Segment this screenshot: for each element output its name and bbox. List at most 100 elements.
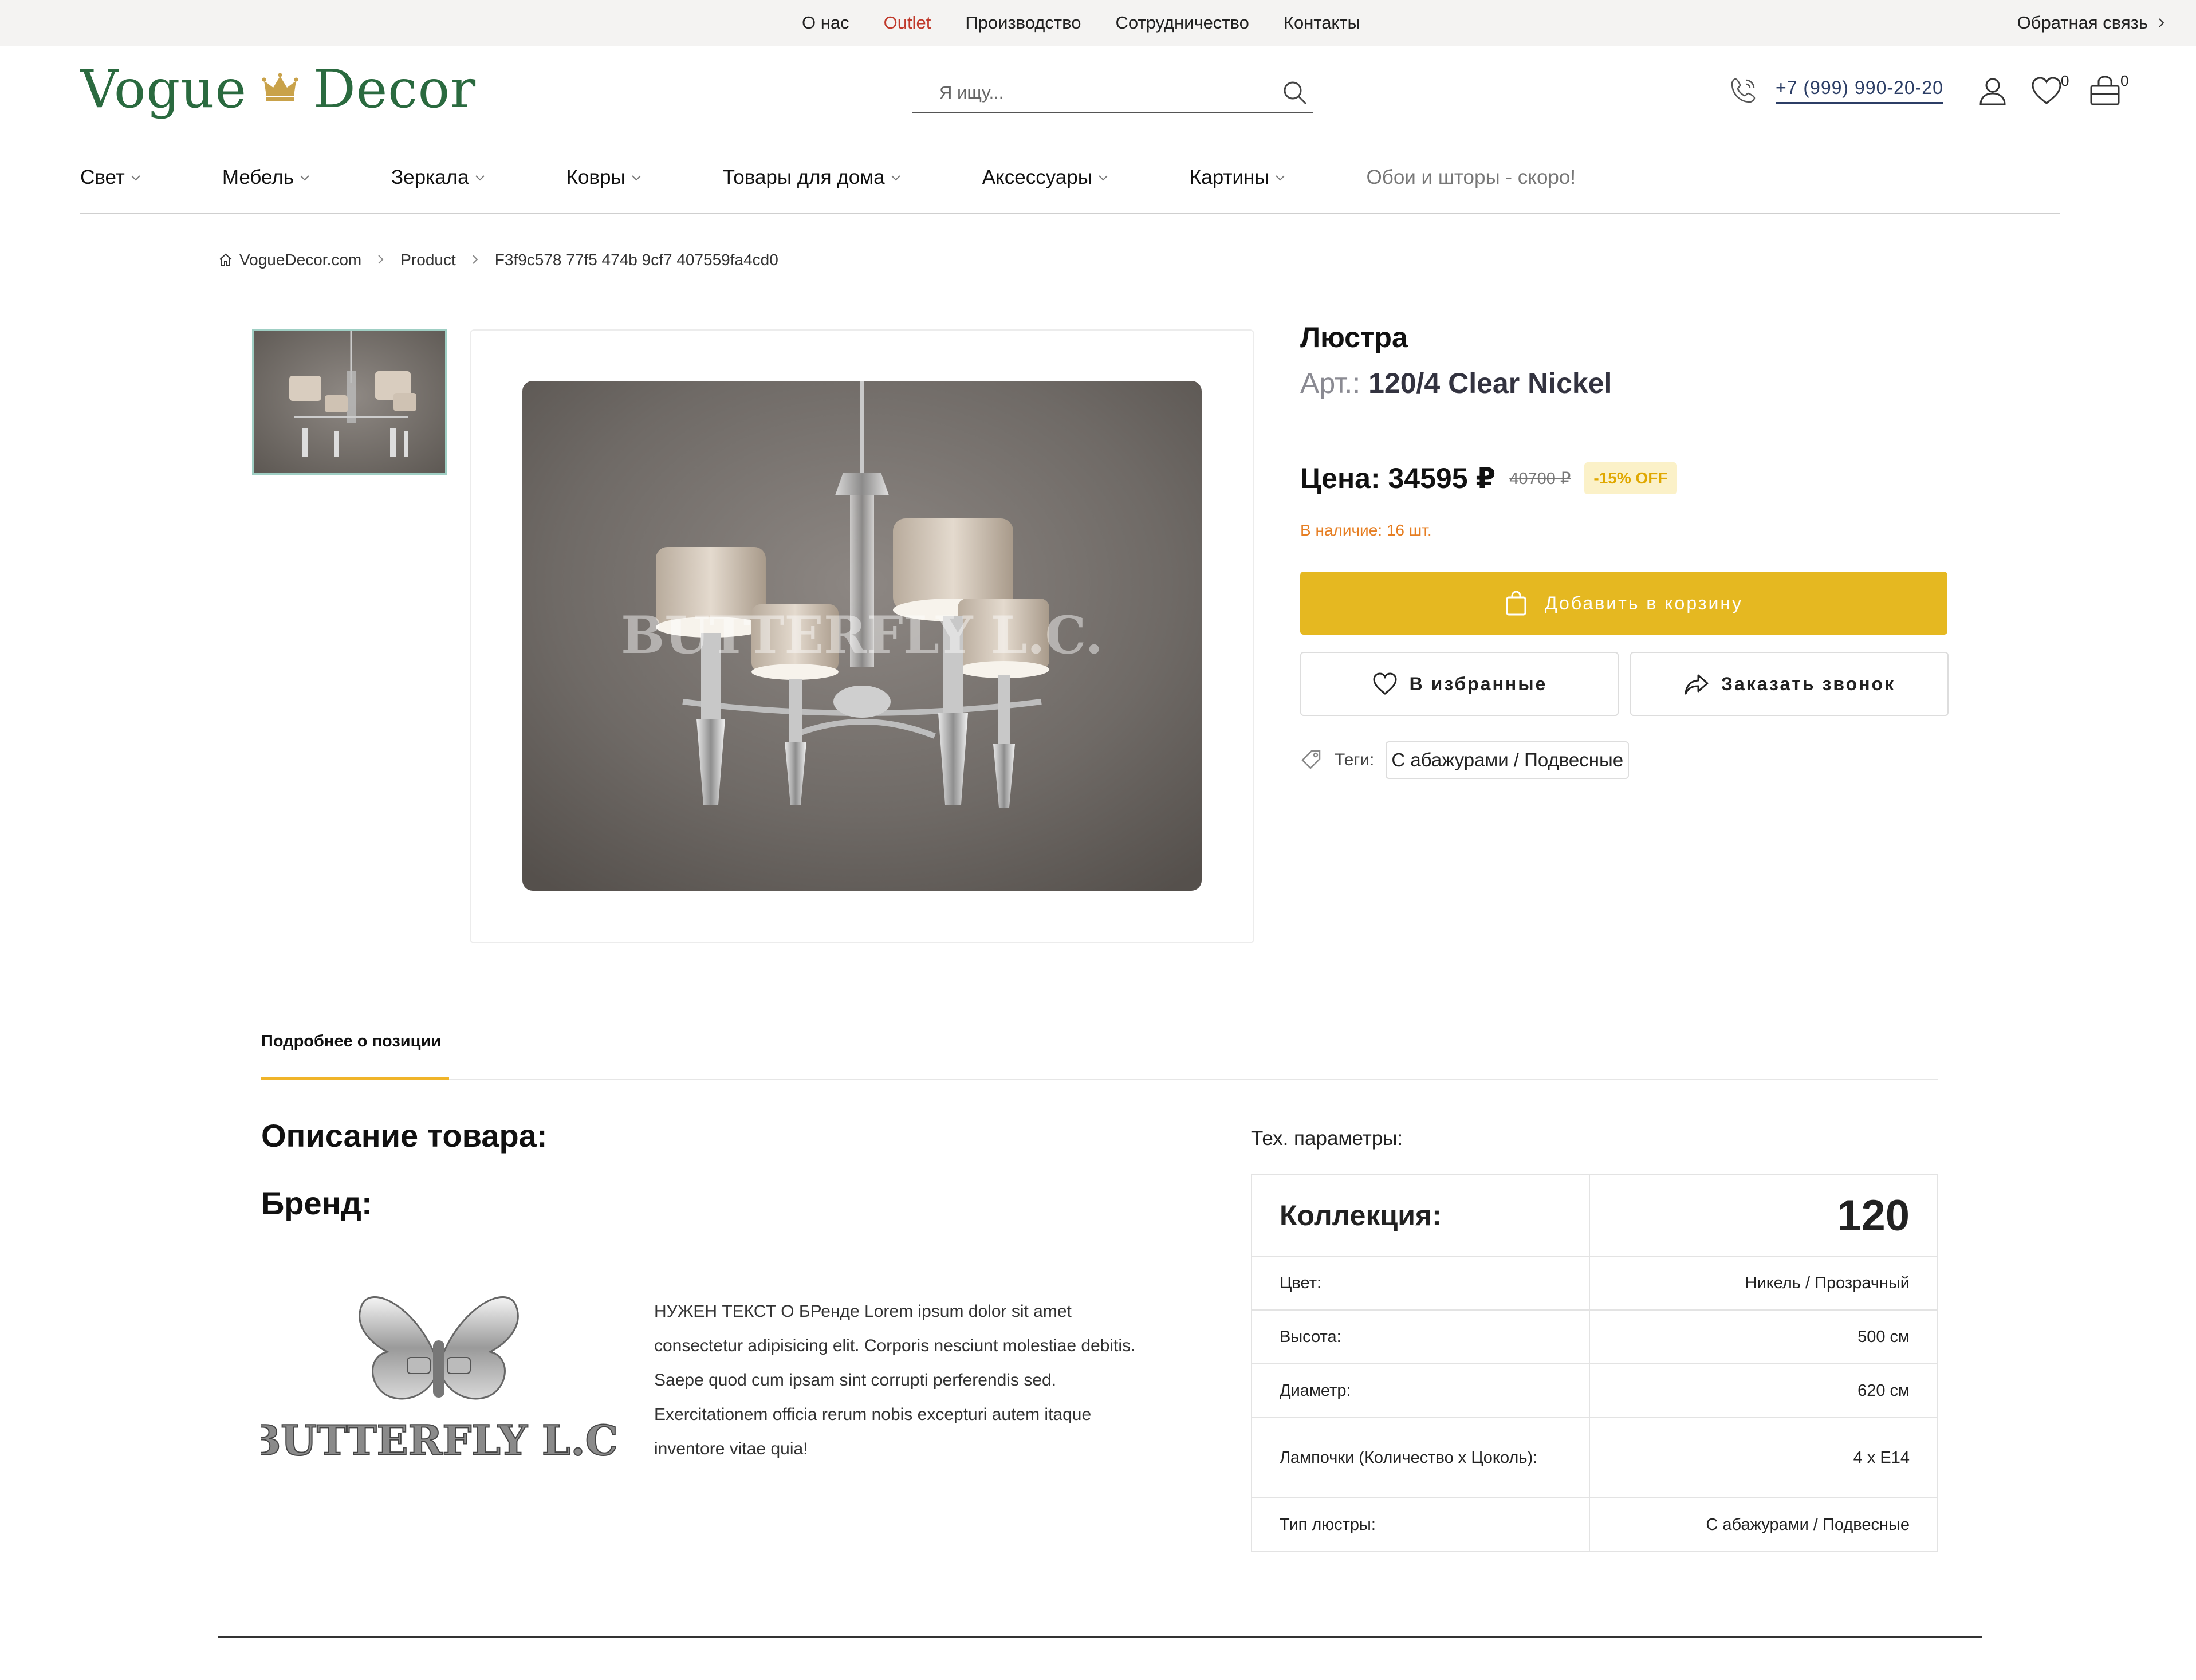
chevron-right-icon <box>375 251 387 269</box>
phone-icon <box>1731 78 1756 103</box>
chevron-down-icon <box>131 175 140 181</box>
top-nav: О нас Outlet Производство Сотрудничество… <box>802 0 1360 46</box>
feedback-link[interactable]: Обратная связь <box>2017 0 2167 46</box>
stock-status: В наличие: 16 шт. <box>1300 521 1432 539</box>
nav-label: Зеркала <box>391 166 469 188</box>
heart-icon <box>1373 672 1397 695</box>
nav-item-mirrors[interactable]: Зеркала <box>391 166 486 189</box>
brand-description: НУЖЕН ТЕКСТ О БРенде Lorem ipsum dolor s… <box>654 1302 1136 1458</box>
specs-table: Коллекция: 120 Цвет: Никель / Прозрачный… <box>1251 1174 1938 1552</box>
chevron-down-icon <box>891 175 900 181</box>
order-call-button[interactable]: Заказать звонок <box>1630 652 1949 716</box>
watermark-text: BUTTERFLY L.C. <box>621 605 1103 666</box>
price-row: Цена: 34595 ₽ 40700 ₽ -15% OFF <box>1300 458 1677 498</box>
article-value: 120/4 Clear Nickel <box>1368 367 1612 399</box>
shopping-bag-icon <box>1506 591 1526 616</box>
home-icon <box>219 253 232 266</box>
cart-button[interactable] <box>2088 74 2122 108</box>
nav-item-light[interactable]: Свет <box>80 166 142 189</box>
breadcrumb-home[interactable]: VogueDecor.com <box>239 251 361 269</box>
add-to-cart-label: Добавить в корзину <box>1544 592 1743 613</box>
feedback-label: Обратная связь <box>2017 13 2148 33</box>
tags-row: Теги: С абажурами / Подвесные <box>1300 741 1630 779</box>
chevron-down-icon <box>1275 175 1285 181</box>
spec-value: 620 см <box>1589 1363 1938 1418</box>
spec-row: Лампочки (Количество x Цоколь): 4 x E14 <box>1251 1417 1938 1498</box>
spec-value: Никель / Прозрачный <box>1589 1256 1938 1311</box>
nav-label: Картины <box>1189 166 1269 188</box>
add-to-favorites-button[interactable]: В избранные <box>1300 652 1619 716</box>
add-to-cart-button[interactable]: Добавить в корзину <box>1300 572 1947 635</box>
main-product-image[interactable]: BUTTERFLY L.C. <box>522 381 1202 891</box>
gallery-thumbnail[interactable] <box>252 329 447 475</box>
user-icon <box>1979 78 2006 105</box>
spec-row: Диаметр: 620 см <box>1251 1363 1938 1418</box>
topnav-cooperation[interactable]: Сотрудничество <box>1115 13 1249 33</box>
breadcrumb: VogueDecor.com Product F3f9c578 77f5 474… <box>218 249 778 272</box>
breadcrumb-current: F3f9c578 77f5 474b 9cf7 407559fa4cd0 <box>494 251 778 269</box>
specs-title: Тех. параметры: <box>1251 1127 1403 1150</box>
basket-icon <box>2090 76 2120 105</box>
old-price: 40700 ₽ <box>1509 469 1571 488</box>
wishlist-button[interactable] <box>2030 74 2063 108</box>
spec-key: Коллекция: <box>1251 1174 1590 1257</box>
tab-details[interactable]: Подробнее о позиции <box>261 1032 441 1051</box>
nav-divider <box>80 213 2060 214</box>
favorites-label: В избранные <box>1409 673 1548 694</box>
spec-key: Диаметр: <box>1251 1363 1590 1418</box>
chevron-down-icon <box>300 175 309 181</box>
tags-label: Теги: <box>1335 750 1375 769</box>
nav-item-accessories[interactable]: Аксессуары <box>982 166 1109 189</box>
topnav-production[interactable]: Производство <box>965 13 1081 33</box>
nav-label: Обои и шторы - скоро! <box>1366 166 1576 188</box>
logo-word-vogue: Vogue <box>80 58 247 120</box>
phone-number: +7 (999) 990-20-20 <box>1776 77 1943 104</box>
spec-value: 120 <box>1589 1174 1938 1257</box>
chandelier-thumbnail-image <box>254 331 445 473</box>
nav-label: Свет <box>80 166 125 188</box>
nav-item-home-goods[interactable]: Товары для дома <box>723 166 902 189</box>
topnav-contacts[interactable]: Контакты <box>1284 13 1360 33</box>
cart-count: 0 <box>2120 72 2129 89</box>
chandelier-image: BUTTERFLY L.C. <box>522 381 1202 891</box>
order-call-label: Заказать звонок <box>1721 673 1896 694</box>
chevron-down-icon <box>631 175 641 181</box>
nav-label: Аксессуары <box>982 166 1092 188</box>
phone-block[interactable]: +7 (999) 990-20-20 <box>1729 76 1943 105</box>
brand-logo-text: BUTTERFLY L.C. <box>261 1416 616 1465</box>
breadcrumb-product[interactable]: Product <box>400 251 456 269</box>
heart-icon <box>2032 77 2061 104</box>
nav-label: Товары для дома <box>722 166 885 188</box>
site-logo[interactable]: Vogue Decor <box>80 57 476 120</box>
chevron-right-icon <box>2159 18 2164 27</box>
spec-key: Высота: <box>1251 1309 1590 1364</box>
spec-key: Цвет: <box>1251 1256 1590 1311</box>
crown-icon <box>262 73 298 101</box>
tab-active-indicator <box>261 1077 449 1080</box>
tag-icon <box>1301 750 1321 769</box>
spec-key: Тип люстры: <box>1251 1497 1590 1552</box>
search-input[interactable] <box>939 82 1282 103</box>
nav-item-carpets[interactable]: Ковры <box>566 166 643 189</box>
spec-row: Тип люстры: С абажурами / Подвесные <box>1251 1497 1938 1552</box>
account-button[interactable] <box>1976 74 2009 108</box>
main-nav: Свет Мебель Зеркала Ковры Товары для дом… <box>80 160 1656 195</box>
nav-label: Ковры <box>566 166 625 188</box>
brand-logo: BUTTERFLY L.C. <box>245 1272 632 1478</box>
share-icon <box>1685 674 1709 695</box>
nav-item-wallpaper-soon[interactable]: Обои и шторы - скоро! <box>1367 166 1576 189</box>
spec-row: Высота: 500 см <box>1251 1309 1938 1364</box>
nav-item-paintings[interactable]: Картины <box>1190 166 1286 189</box>
topnav-outlet[interactable]: Outlet <box>884 13 931 33</box>
nav-label: Мебель <box>222 166 294 188</box>
logo-word-decor: Decor <box>313 58 477 120</box>
spec-value: С абажурами / Подвесные <box>1589 1497 1938 1552</box>
product-article: Арт.: 120/4 Clear Nickel <box>1300 367 1612 400</box>
tag-chip[interactable]: С абажурами / Подвесные <box>1386 741 1630 779</box>
nav-item-furniture[interactable]: Мебель <box>222 166 311 189</box>
topnav-about[interactable]: О нас <box>802 13 849 33</box>
chevron-down-icon <box>1099 175 1108 181</box>
footer-divider <box>218 1636 1982 1638</box>
wishlist-count: 0 <box>2061 72 2069 89</box>
search-icon[interactable] <box>1282 80 1308 106</box>
